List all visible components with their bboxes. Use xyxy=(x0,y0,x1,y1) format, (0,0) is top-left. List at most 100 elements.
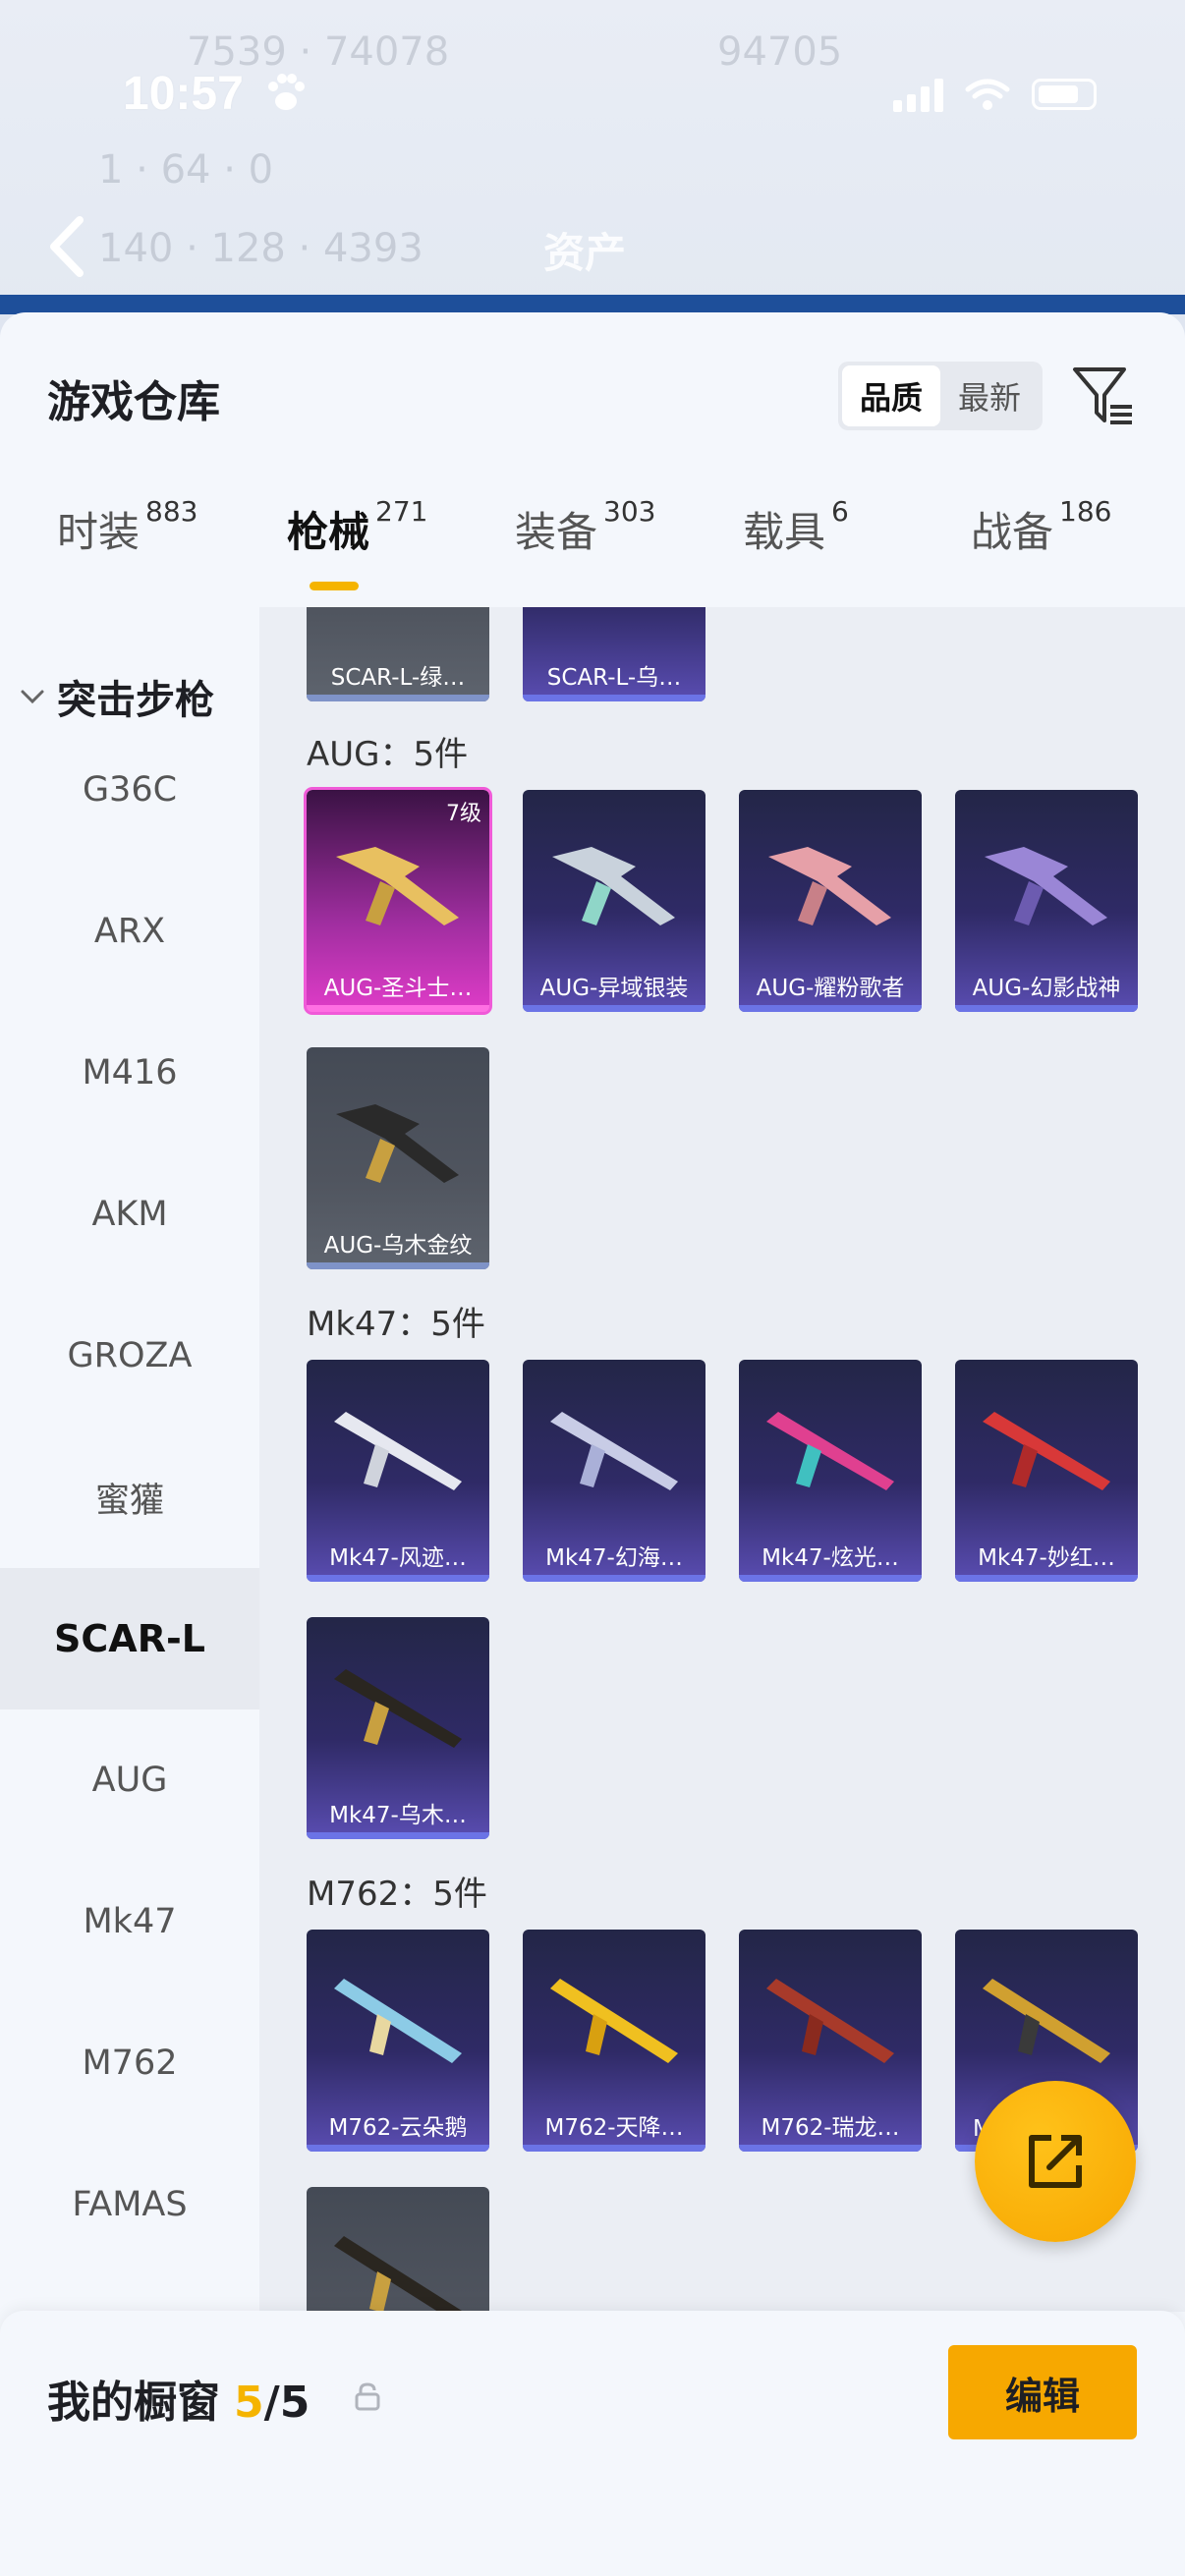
share-button[interactable] xyxy=(975,2081,1136,2242)
sidebar-item-aug[interactable]: AUG xyxy=(0,1709,259,1851)
gun-image xyxy=(336,847,459,925)
header-strip xyxy=(0,295,1185,314)
gun-image xyxy=(766,1412,894,1490)
ghost-text: 94705 xyxy=(717,29,843,75)
category-tabs: 时装 883 枪械 271 装备 303 载具 6 战备 186 xyxy=(0,495,1185,607)
back-icon[interactable] xyxy=(44,214,89,279)
card-name: M762-天降… xyxy=(544,2115,684,2141)
weapon-card[interactable]: SCAR-L-乌… xyxy=(523,607,705,701)
weapon-card[interactable]: AUG-异域银装 xyxy=(523,790,705,1012)
sort-quality-button[interactable]: 品质 xyxy=(842,365,940,426)
tab-label: 装备 xyxy=(515,508,598,556)
sidebar-item-m416[interactable]: M416 xyxy=(0,1002,259,1144)
sidebar-item-mk47[interactable]: Mk47 xyxy=(0,1851,259,1992)
sidebar-item-akm[interactable]: AKM xyxy=(0,1144,259,1285)
weapon-card[interactable]: 7级 AUG-圣斗士… xyxy=(304,787,492,1015)
gun-image xyxy=(550,1412,678,1490)
ghost-text: 1 · 64 · 0 xyxy=(98,147,274,193)
status-time: 10:57 xyxy=(123,68,244,120)
weapon-card[interactable]: Mk47-炫光… xyxy=(739,1360,922,1582)
card-name: SCAR-L-乌… xyxy=(546,665,682,691)
card-name: SCAR-L-绿… xyxy=(330,665,466,691)
lock-icon xyxy=(355,2382,380,2411)
card-name: Mk47-乌木… xyxy=(329,1803,467,1828)
weapon-sidebar: 突击步枪 G36C ARX M416 AKM GROZA 蜜獾 SCAR-L A… xyxy=(0,607,259,2277)
signal-icon xyxy=(893,77,943,112)
gun-image xyxy=(768,847,891,925)
card-name: M762-云朵鹅 xyxy=(328,2115,468,2141)
tab-label: 枪械 xyxy=(287,508,370,556)
tab-count: 883 xyxy=(145,495,198,528)
sidebar-item-m762[interactable]: M762 xyxy=(0,1992,259,2134)
showcase-label: 我的橱窗 5 /5 xyxy=(47,2367,310,2430)
gun-image xyxy=(550,1979,678,2063)
card-name: Mk47-幻海… xyxy=(545,1545,683,1571)
battery-icon xyxy=(1032,79,1097,110)
sidebar-item-honey-badger[interactable]: 蜜獾 xyxy=(0,1427,259,1568)
header-title: 资产 xyxy=(543,229,627,277)
tab-vehicles[interactable]: 载具 6 xyxy=(743,495,849,559)
card-name: AUG-幻影战神 xyxy=(972,976,1121,1001)
weapon-card[interactable]: Mk47-幻海… xyxy=(523,1360,705,1582)
sidebar-item-arx[interactable]: ARX xyxy=(0,861,259,1002)
tab-combat-gear[interactable]: 战备 186 xyxy=(971,495,1111,559)
tab-guns[interactable]: 枪械 271 xyxy=(287,495,427,559)
filter-icon[interactable] xyxy=(1071,364,1136,428)
top-header: 7539 · 74078 94705 1 · 64 · 0 140 · 128 … xyxy=(0,0,1185,314)
section-title-m762: M762：5件 xyxy=(307,1875,487,1914)
tab-equipment[interactable]: 装备 303 xyxy=(515,495,655,559)
gun-image xyxy=(336,1104,459,1183)
sort-toggle: 品质 最新 xyxy=(838,362,1043,430)
tab-count: 186 xyxy=(1059,495,1112,528)
sheet-title: 游戏仓库 xyxy=(47,377,220,427)
section-title-mk47: Mk47：5件 xyxy=(307,1305,485,1344)
tab-label: 时装 xyxy=(57,508,141,556)
weapon-card[interactable] xyxy=(307,2187,489,2312)
edit-button[interactable]: 编辑 xyxy=(948,2345,1137,2439)
tab-fashion[interactable]: 时装 883 xyxy=(57,495,198,559)
chevron-down-icon xyxy=(21,690,44,704)
gun-image xyxy=(334,1669,462,1748)
showcase-bar: 我的橱窗 5 /5 编辑 xyxy=(0,2311,1185,2576)
weapon-card[interactable]: Mk47-风迹… xyxy=(307,1360,489,1582)
gun-image xyxy=(334,1412,462,1490)
card-name: AUG-耀粉歌者 xyxy=(756,976,905,1001)
card-level: 7级 xyxy=(446,802,481,826)
weapon-card[interactable]: AUG-耀粉歌者 xyxy=(739,790,922,1012)
card-name: AUG-乌木金纹 xyxy=(323,1233,473,1259)
card-name: AUG-圣斗士… xyxy=(323,976,473,1001)
sidebar-group-label: 突击步枪 xyxy=(57,678,214,723)
sidebar-item-groza[interactable]: GROZA xyxy=(0,1285,259,1427)
paw-icon xyxy=(268,74,305,110)
weapon-grid: SCAR-L-绿… SCAR-L-乌… AUG：5件 7级 AUG-圣斗士… A… xyxy=(259,607,1185,2312)
gun-image xyxy=(766,1979,894,2063)
weapon-card[interactable]: AUG-幻影战神 xyxy=(955,790,1138,1012)
tab-count: 303 xyxy=(603,495,656,528)
active-tab-indicator xyxy=(310,582,359,590)
weapon-card[interactable]: M762-云朵鹅 xyxy=(307,1930,489,2152)
weapon-card[interactable]: Mk47-妙红… xyxy=(955,1360,1138,1582)
share-icon xyxy=(1029,2135,1082,2188)
weapon-card[interactable]: AUG-乌木金纹 xyxy=(307,1047,489,1269)
sidebar-item-famas[interactable]: FAMAS xyxy=(0,2134,259,2275)
weapon-card[interactable]: Mk47-乌木… xyxy=(307,1617,489,1839)
showcase-total-count: /5 xyxy=(263,2378,310,2428)
sidebar-item-g36c[interactable]: G36C xyxy=(0,719,259,861)
showcase-title: 我的橱窗 xyxy=(47,2378,220,2428)
card-name: AUG-异域银装 xyxy=(539,976,689,1001)
status-icons xyxy=(893,77,1097,112)
sidebar-group-assault-rifles[interactable]: 突击步枪 xyxy=(20,668,214,725)
gun-image xyxy=(983,1979,1110,2063)
card-name: Mk47-妙红… xyxy=(978,1545,1115,1571)
ghost-text: 140 · 128 · 4393 xyxy=(98,226,423,271)
gun-image xyxy=(552,847,675,925)
card-name: Mk47-风迹… xyxy=(329,1545,467,1571)
sort-latest-button[interactable]: 最新 xyxy=(940,365,1039,426)
weapon-card[interactable]: M762-瑞龙… xyxy=(739,1930,922,2152)
sidebar-item-scar-l[interactable]: SCAR-L xyxy=(0,1568,259,1709)
tab-count: 6 xyxy=(831,495,849,528)
gun-image xyxy=(983,1412,1110,1490)
gun-image xyxy=(334,1979,462,2063)
weapon-card[interactable]: SCAR-L-绿… xyxy=(307,607,489,701)
weapon-card[interactable]: M762-天降… xyxy=(523,1930,705,2152)
